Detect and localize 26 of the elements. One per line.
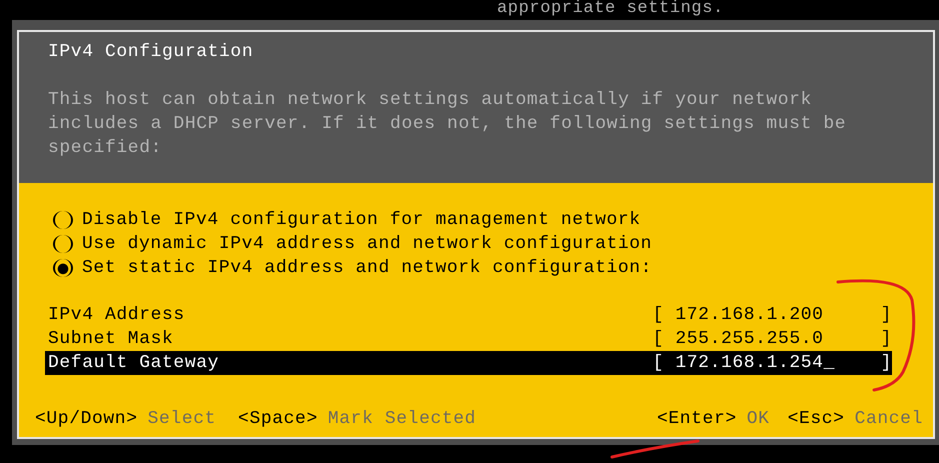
key-hint: <Up/Down> bbox=[35, 408, 138, 431]
field-row[interactable]: Default Gateway [ 172.168.1.254_ ] bbox=[45, 351, 892, 375]
option-label[interactable]: Set static IPv4 address and network configuration: bbox=[82, 256, 652, 280]
option-label[interactable]: Use dynamic IPv4 address and network configuration bbox=[82, 232, 652, 256]
input-field[interactable]: [ 172.168.1.254_ ] bbox=[652, 351, 892, 375]
field-row[interactable]: Subnet Mask [ 255.255.255.0 ] bbox=[45, 327, 892, 351]
radio-button[interactable] bbox=[53, 235, 73, 253]
option-label[interactable]: Disable IPv4 configuration for management network bbox=[82, 208, 641, 232]
key-hint: <Esc> bbox=[788, 408, 845, 431]
key-action: Cancel bbox=[854, 408, 923, 431]
field-label: IPv4 Address bbox=[48, 304, 185, 327]
input-field[interactable]: [ 172.168.1.200 ] bbox=[652, 303, 892, 327]
description-text: This host can obtain network settings automatically if your network includes a DHCP server. If it does not, the following settings must be specified: bbox=[48, 89, 848, 160]
background-text: appropriate settings. bbox=[497, 0, 724, 19]
key-action: OK bbox=[746, 408, 770, 431]
field-label: Default Gateway bbox=[48, 352, 220, 375]
field-row[interactable]: IPv4 Address [ 172.168.1.200 ] bbox=[45, 303, 892, 327]
key-hint: <Space> bbox=[238, 408, 318, 431]
input-field[interactable]: [ 255.255.255.0 ] bbox=[652, 327, 892, 351]
key-action: Select bbox=[148, 408, 216, 431]
radio-button[interactable] bbox=[53, 259, 73, 277]
key-action: Mark Selected bbox=[328, 408, 476, 431]
dialog-title: IPv4 Configuration bbox=[48, 41, 254, 64]
field-label: Subnet Mask bbox=[48, 328, 174, 351]
key-hint: <Enter> bbox=[656, 408, 737, 431]
radio-button[interactable] bbox=[53, 211, 73, 229]
